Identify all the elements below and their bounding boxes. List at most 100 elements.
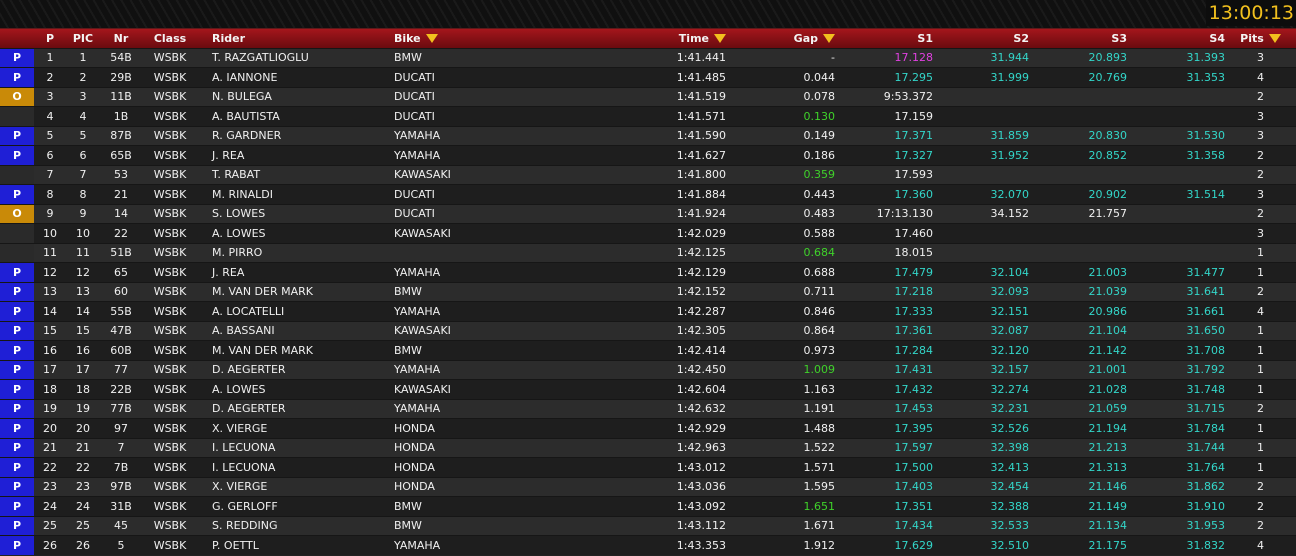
sector2-cell: 32.454: [933, 476, 1029, 497]
bike-filter-icon[interactable]: [425, 33, 438, 43]
gap-cell: 1.522: [726, 437, 835, 458]
status-flag: [0, 242, 34, 263]
table-row[interactable]: P 21 21 7 WSBK I. LECUONA HONDA 1:42.963 1.522 17…: [0, 437, 1296, 458]
column-header-bike[interactable]: Bike: [394, 29, 574, 48]
sector2-cell: 32.120: [933, 340, 1029, 360]
time-cell: 1:41.800: [574, 164, 726, 185]
rider-cell: X. VIERGE: [198, 476, 394, 497]
pits-cell: 3: [1225, 223, 1296, 243]
sector2-cell: 32.526: [933, 418, 1029, 438]
table-row[interactable]: P 5 5 87B WSBK R. GARDNER YAMAHA 1:41.590 0.149 1…: [0, 125, 1296, 146]
sector4-cell: 31.744: [1127, 437, 1225, 458]
column-header-pits[interactable]: Pits: [1225, 29, 1296, 48]
time-cell: 1:41.884: [574, 184, 726, 204]
number-cell: 97: [100, 418, 142, 438]
table-row[interactable]: 7 7 53 WSBK T. RABAT KAWASAKI 1:41.800 0.359 17.…: [0, 164, 1296, 185]
table-row[interactable]: P 16 16 60B WSBK M. VAN DER MARK BMW 1:42.414 0.…: [0, 340, 1296, 360]
column-header-s3[interactable]: S3: [1029, 29, 1127, 48]
table-row[interactable]: O 3 3 11B WSBK N. BULEGA DUCATI 1:41.519 0.078 9:…: [0, 86, 1296, 107]
gap-sort-icon[interactable]: [823, 33, 835, 43]
table-row[interactable]: P 15 15 47B WSBK A. BASSANI KAWASAKI 1:42.305 0.…: [0, 320, 1296, 341]
column-header-class[interactable]: Class: [142, 29, 198, 48]
column-header-time[interactable]: Time: [574, 29, 726, 48]
status-flag: P: [0, 145, 34, 165]
table-row[interactable]: P 12 12 65 WSBK J. REA YAMAHA 1:42.129 0.688 17.4…: [0, 262, 1296, 282]
status-flag: P: [0, 418, 34, 438]
column-header-pic[interactable]: PIC: [66, 29, 100, 48]
table-row[interactable]: P 26 26 5 WSBK P. OETTL YAMAHA 1:43.353 1.912 17.…: [0, 535, 1296, 555]
sector1-cell: 17.434: [835, 515, 933, 536]
sector3-cell: 21.213: [1029, 437, 1127, 458]
rider-cell: T. RABAT: [198, 164, 394, 185]
table-row[interactable]: O 9 9 14 WSBK S. LOWES DUCATI 1:41.924 0.483 17:1…: [0, 203, 1296, 224]
gap-cell: 0.973: [726, 340, 835, 360]
column-header-nr[interactable]: Nr: [100, 29, 142, 48]
pits-cell: 2: [1225, 496, 1296, 516]
sector4-cell: [1127, 242, 1225, 263]
sector3-cell: 21.194: [1029, 418, 1127, 438]
table-row[interactable]: P 22 22 7B WSBK I. LECUONA HONDA 1:43.012 1.571 1…: [0, 457, 1296, 477]
table-row[interactable]: P 14 14 55B WSBK A. LOCATELLI YAMAHA 1:42.287 0.…: [0, 301, 1296, 321]
sector2-cell: 32.093: [933, 281, 1029, 302]
class-cell: WSBK: [142, 47, 198, 68]
table-row[interactable]: 11 11 51B WSBK M. PIRRO 1:42.125 0.684 18.015 1: [0, 242, 1296, 263]
sector3-cell: 21.003: [1029, 262, 1127, 282]
table-row[interactable]: P 20 20 97 WSBK X. VIERGE HONDA 1:42.929 1.488 17…: [0, 418, 1296, 438]
sector1-cell: 17.403: [835, 476, 933, 497]
time-sort-icon[interactable]: [714, 33, 726, 43]
status-flag: P: [0, 398, 34, 419]
position-cell: 19: [34, 398, 66, 419]
sector4-cell: 31.641: [1127, 281, 1225, 302]
status-flag: P: [0, 496, 34, 516]
position-in-class-cell: 9: [66, 203, 100, 224]
table-row[interactable]: 10 10 22 WSBK A. LOWES KAWASAKI 1:42.029 0.588 1…: [0, 223, 1296, 243]
rider-cell: A. LOCATELLI: [198, 301, 394, 321]
table-row[interactable]: P 8 8 21 WSBK M. RINALDI DUCATI 1:41.884 0.443 17…: [0, 184, 1296, 204]
position-cell: 4: [34, 106, 66, 126]
status-flag: [0, 106, 34, 126]
number-cell: 14: [100, 203, 142, 224]
number-cell: 60B: [100, 340, 142, 360]
table-row[interactable]: P 13 13 60 WSBK M. VAN DER MARK BMW 1:42.152 0.7…: [0, 281, 1296, 302]
sector3-cell: 20.893: [1029, 47, 1127, 68]
time-cell: 1:43.112: [574, 515, 726, 536]
table-row[interactable]: P 1 1 54B WSBK T. RAZGATLIOGLU BMW 1:41.441-17.…: [0, 47, 1296, 68]
column-header-s1[interactable]: S1: [835, 29, 933, 48]
table-row[interactable]: P 17 17 77 WSBK D. AEGERTER YAMAHA 1:42.450 1.00…: [0, 359, 1296, 380]
status-flag: P: [0, 379, 34, 399]
column-header-s4[interactable]: S4: [1127, 29, 1225, 48]
number-cell: 47B: [100, 320, 142, 341]
column-header-gap[interactable]: Gap: [726, 29, 835, 48]
column-header-s2[interactable]: S2: [933, 29, 1029, 48]
position-cell: 16: [34, 340, 66, 360]
sector2-cell: 31.944: [933, 47, 1029, 68]
class-cell: WSBK: [142, 145, 198, 165]
column-header-rider[interactable]: Rider: [198, 29, 394, 48]
rider-cell: X. VIERGE: [198, 418, 394, 438]
table-row[interactable]: 4 4 1B WSBK A. BAUTISTA DUCATI 1:41.571 0.130 17…: [0, 106, 1296, 126]
table-row[interactable]: P 2 2 29B WSBK A. IANNONE DUCATI 1:41.485 0.044 1…: [0, 67, 1296, 87]
rider-cell: I. LECUONA: [198, 457, 394, 477]
pits-cell: 2: [1225, 515, 1296, 536]
pits-cell: 4: [1225, 301, 1296, 321]
class-cell: WSBK: [142, 125, 198, 146]
position-in-class-cell: 11: [66, 242, 100, 263]
pits-filter-icon[interactable]: [1268, 33, 1281, 43]
position-in-class-cell: 25: [66, 515, 100, 536]
rider-cell: S. REDDING: [198, 515, 394, 536]
table-row[interactable]: P 25 25 45 WSBK S. REDDING BMW 1:43.112 1.671 17.…: [0, 515, 1296, 536]
sector2-cell: 32.151: [933, 301, 1029, 321]
sector4-cell: 31.910: [1127, 496, 1225, 516]
table-row[interactable]: P 23 23 97B WSBK X. VIERGE HONDA 1:43.036 1.595 1…: [0, 476, 1296, 497]
sector4-cell: 31.792: [1127, 359, 1225, 380]
column-header-p[interactable]: P: [34, 29, 66, 48]
position-in-class-cell: 26: [66, 535, 100, 555]
bike-cell: KAWASAKI: [394, 223, 574, 243]
table-row[interactable]: P 18 18 22B WSBK A. LOWES KAWASAKI 1:42.604 1.16…: [0, 379, 1296, 399]
table-row[interactable]: P 24 24 31B WSBK G. GERLOFF BMW 1:43.092 1.651 17…: [0, 496, 1296, 516]
sector3-cell: 21.039: [1029, 281, 1127, 302]
table-row[interactable]: P 6 6 65B WSBK J. REA YAMAHA 1:41.627 0.186 17.32…: [0, 145, 1296, 165]
gap-cell: 1.191: [726, 398, 835, 419]
table-row[interactable]: P 19 19 77B WSBK D. AEGERTER YAMAHA 1:42.632 1.1…: [0, 398, 1296, 419]
bike-cell: YAMAHA: [394, 535, 574, 555]
